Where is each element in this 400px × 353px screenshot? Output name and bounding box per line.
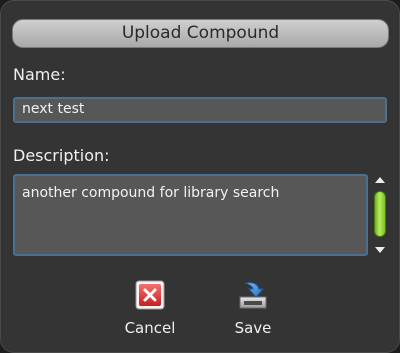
name-input[interactable]: next test: [13, 97, 387, 123]
description-textarea[interactable]: another compound for library search: [13, 174, 368, 256]
scrollbar-thumb[interactable]: [374, 191, 386, 237]
save-button[interactable]: Save: [218, 279, 288, 345]
name-label: Name:: [13, 65, 66, 84]
close-icon: [135, 280, 165, 310]
cancel-button[interactable]: Cancel: [115, 279, 185, 345]
cancel-label: Cancel: [124, 319, 176, 337]
scroll-up-arrow-icon[interactable]: [375, 177, 385, 183]
description-scrollbar[interactable]: [374, 175, 388, 255]
dialog-title: Upload Compound: [12, 19, 389, 48]
scroll-down-arrow-icon[interactable]: [375, 247, 385, 253]
save-label: Save: [234, 319, 272, 337]
save-icon: [239, 282, 267, 309]
upload-compound-dialog: Upload Compound Name: next test Descript…: [0, 0, 400, 353]
description-label: Description:: [13, 146, 110, 165]
